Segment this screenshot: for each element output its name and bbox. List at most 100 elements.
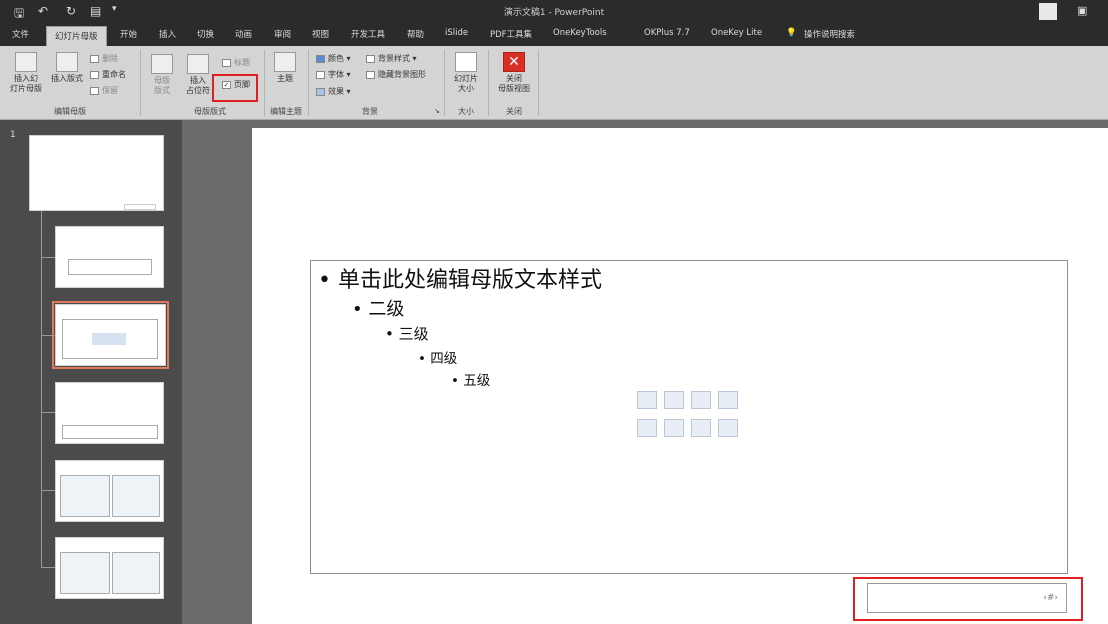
group-edit-theme: 编辑主题 (270, 107, 302, 116)
layout-connector-line (41, 257, 55, 258)
thumbnail-section-box (62, 425, 158, 439)
layout-thumbnail-title[interactable] (55, 226, 164, 288)
themes-icon (274, 52, 296, 72)
ribbon-display-options-icon[interactable]: ▣ (1077, 4, 1087, 17)
group-close: 关闭 (506, 107, 522, 116)
icons-icon[interactable] (718, 419, 738, 437)
level1-text[interactable]: • 单击此处编辑母版文本样式 (318, 262, 602, 294)
avatar[interactable] (1039, 3, 1057, 20)
fonts-icon (316, 70, 325, 79)
thumbnail-left-box (60, 475, 110, 517)
effects-icon (316, 87, 325, 96)
layout-connector-line (41, 490, 55, 491)
layout-connector-line (41, 567, 55, 568)
tab-okplus[interactable]: OKPlus 7.7 (644, 28, 690, 38)
layout-connector-line (41, 335, 55, 336)
group-edit-master: 编辑母版 (54, 107, 86, 116)
background-styles-dropdown[interactable]: 背景样式 ▾ (366, 54, 417, 64)
tab-view[interactable]: 视图 (312, 28, 329, 40)
effects-dropdown[interactable]: 效果 ▾ (316, 87, 351, 97)
insert-layout-icon (56, 52, 78, 72)
slide-size-button[interactable]: 幻灯片 大小 (448, 52, 484, 94)
insert-slide-master-button[interactable]: 插入幻 灯片母版 (6, 52, 46, 94)
slide-master-thumbnail[interactable] (29, 135, 164, 211)
level5-text[interactable]: • 五级 (451, 369, 490, 389)
layout-connector-line (41, 210, 42, 568)
group-background: 背景 (362, 107, 378, 116)
ribbon-tabs: 文件 幻灯片母版 开始 插入 切换 动画 审阅 视图 开发工具 帮助 iSlid… (0, 24, 1108, 46)
title-bar: 🖫 ↶ ↻ ▤ ▾ 演示文稿1 - PowerPoint ▣ (0, 0, 1108, 24)
colors-dropdown[interactable]: 颜色 ▾ (316, 54, 351, 64)
colors-icon (316, 54, 325, 63)
delete-button[interactable]: 删除 (90, 54, 118, 64)
tab-transitions[interactable]: 切换 (197, 28, 214, 40)
separator (444, 50, 445, 116)
chart-icon[interactable] (664, 391, 684, 409)
background-styles-icon (366, 54, 375, 63)
layout-thumbnail-section[interactable] (55, 382, 164, 444)
themes-button[interactable]: 主题 (270, 52, 300, 84)
rename-button[interactable]: 重命名 (90, 70, 126, 80)
slide-number: 1 (10, 130, 16, 140)
highlight-footer-checkbox (212, 74, 258, 102)
hide-background-checkbox-box (366, 70, 375, 79)
table-icon[interactable] (637, 391, 657, 409)
level3-text[interactable]: • 三级 (385, 323, 429, 344)
rename-icon (90, 70, 99, 79)
tab-islide[interactable]: iSlide (445, 28, 468, 38)
slide-size-icon (455, 52, 477, 72)
highlight-slide-number-placeholder (853, 577, 1083, 621)
tab-file[interactable]: 文件 (12, 28, 29, 40)
close-icon: ✕ (503, 52, 525, 72)
pictures-icon[interactable] (637, 419, 657, 437)
tab-help[interactable]: 帮助 (407, 28, 424, 40)
layout-thumbnail-comparison[interactable] (55, 537, 164, 599)
separator (140, 50, 141, 116)
master-layout-button[interactable]: 母版 版式 (146, 54, 178, 96)
online-pictures-icon[interactable] (664, 419, 684, 437)
tab-insert[interactable]: 插入 (159, 28, 176, 40)
lightbulb-icon: 💡 (786, 28, 797, 38)
video-icon[interactable] (691, 419, 711, 437)
title-checkbox-box (222, 58, 231, 67)
fonts-dropdown[interactable]: 字体 ▾ (316, 70, 351, 80)
level2-text[interactable]: • 二级 (352, 295, 404, 321)
thumbnail-right-box (112, 552, 160, 594)
insert-layout-button[interactable]: 插入版式 (46, 52, 88, 84)
thumbnail-footer-box (124, 204, 156, 210)
preserve-icon (90, 86, 99, 95)
title-checkbox[interactable]: 标题 (222, 58, 250, 68)
master-layout-icon (151, 54, 173, 74)
thumbnail-content-icons (92, 333, 126, 345)
separator (488, 50, 489, 116)
3d-model-icon[interactable] (718, 391, 738, 409)
group-size: 大小 (458, 107, 474, 116)
tab-animations[interactable]: 动画 (235, 28, 252, 40)
content-placeholder[interactable] (310, 260, 1068, 574)
group-master-layout: 母版版式 (194, 107, 226, 116)
close-master-view-button[interactable]: ✕ 关闭 母版视图 (494, 52, 534, 94)
tab-onekeytools[interactable]: OneKeyTools (553, 28, 607, 38)
smartart-icon[interactable] (691, 391, 711, 409)
insert-slide-master-icon (15, 52, 37, 72)
tab-home[interactable]: 开始 (120, 28, 137, 40)
thumbnail-right-box (112, 475, 160, 517)
tab-onekey-lite[interactable]: OneKey Lite (711, 28, 762, 38)
window-title: 演示文稿1 - PowerPoint (503, 8, 605, 18)
preserve-button[interactable]: 保留 (90, 86, 118, 96)
thumbnail-left-box (60, 552, 110, 594)
tab-review[interactable]: 审阅 (274, 28, 291, 40)
insert-placeholder-icon (187, 54, 209, 74)
tab-developer[interactable]: 开发工具 (351, 28, 385, 40)
hide-background-checkbox[interactable]: 隐藏背景图形 (366, 70, 426, 80)
background-dialog-launcher-icon[interactable]: ↘ (434, 106, 440, 116)
tell-me-search[interactable]: 操作说明搜索 (804, 28, 855, 40)
insert-placeholder-button[interactable]: 插入 占位符 (180, 54, 216, 96)
separator (308, 50, 309, 116)
ribbon: 插入幻 灯片母版 插入版式 删除 重命名 保留 编辑母版 母版 版式 插入 占位… (0, 46, 1108, 120)
tab-pdf-tools[interactable]: PDF工具集 (490, 28, 532, 40)
level4-text[interactable]: • 四级 (418, 347, 457, 367)
tab-slide-master[interactable]: 幻灯片母版 (46, 26, 107, 46)
layout-thumbnail-content-selected[interactable] (52, 301, 169, 369)
layout-thumbnail-two-content[interactable] (55, 460, 164, 522)
